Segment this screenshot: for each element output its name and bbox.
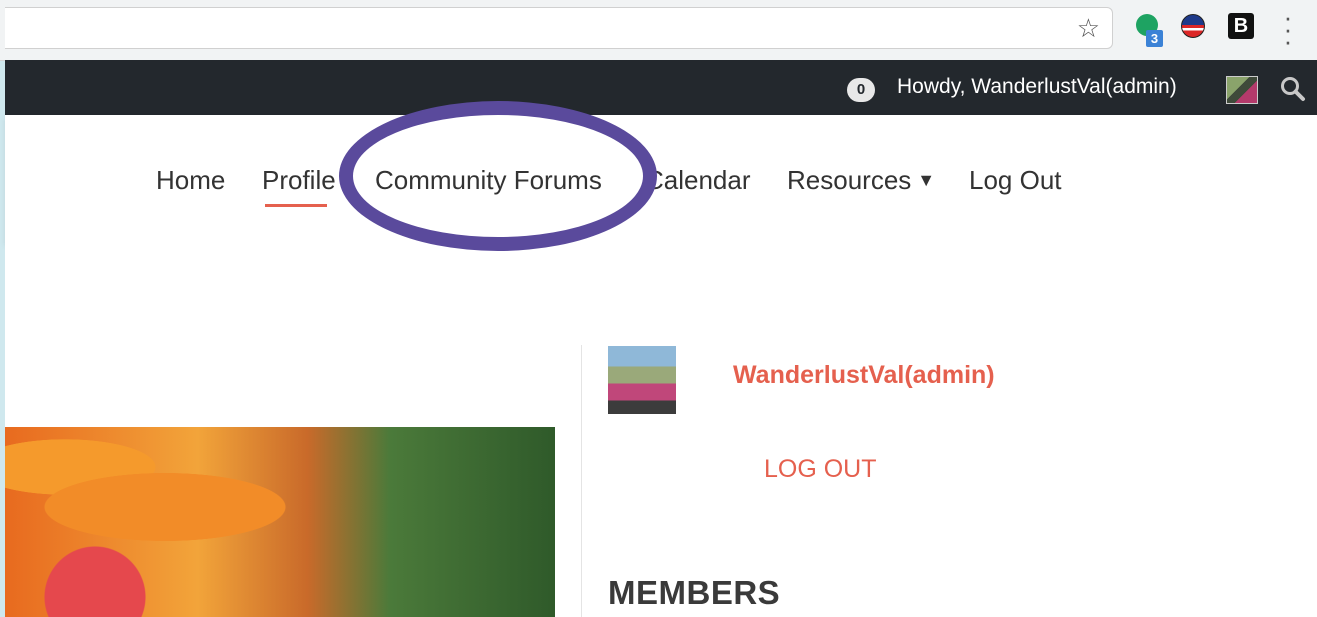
admin-bar: 0 Howdy, WanderlustVal(admin) xyxy=(5,60,1317,115)
search-icon[interactable] xyxy=(1277,74,1309,104)
star-icon[interactable]: ☆ xyxy=(1077,14,1100,42)
sidebar-logout-link[interactable]: LOG OUT xyxy=(764,455,877,484)
flower-photo xyxy=(5,427,555,617)
extension-b-icon[interactable]: B xyxy=(1228,13,1254,39)
nav-calendar-link[interactable]: Calendar xyxy=(645,165,751,196)
extension-flag-icon[interactable] xyxy=(1181,14,1205,38)
sidebar-username-link[interactable]: WanderlustVal(admin) xyxy=(733,361,995,390)
admin-avatar[interactable] xyxy=(1226,76,1258,104)
howdy-user-link[interactable]: Howdy, WanderlustVal(admin) xyxy=(897,75,1177,99)
nav-resources-label: Resources xyxy=(787,165,912,195)
site-navigation: Home Profile Community Forums Calendar R… xyxy=(5,115,1317,243)
members-heading: MEMBERS xyxy=(608,574,781,611)
sidebar-divider xyxy=(581,345,582,617)
extension-badge: 3 xyxy=(1146,30,1163,47)
active-nav-underline xyxy=(265,204,327,207)
nav-logout-link[interactable]: Log Out xyxy=(969,165,1062,196)
caret-down-icon: ▼ xyxy=(917,170,936,190)
menu-dots-icon[interactable]: · · · xyxy=(1278,4,1298,54)
browser-toolbar: ☆ 3 B · · · xyxy=(0,0,1317,61)
nav-resources-dropdown[interactable]: Resources ▼ xyxy=(787,165,935,196)
notification-count-badge[interactable]: 0 xyxy=(847,78,875,102)
nav-home-link[interactable]: Home xyxy=(156,165,225,196)
user-avatar[interactable] xyxy=(608,346,676,414)
nav-profile-link[interactable]: Profile xyxy=(262,165,336,196)
annotation-ellipse xyxy=(339,101,657,251)
address-bar[interactable]: ☆ xyxy=(5,7,1113,49)
